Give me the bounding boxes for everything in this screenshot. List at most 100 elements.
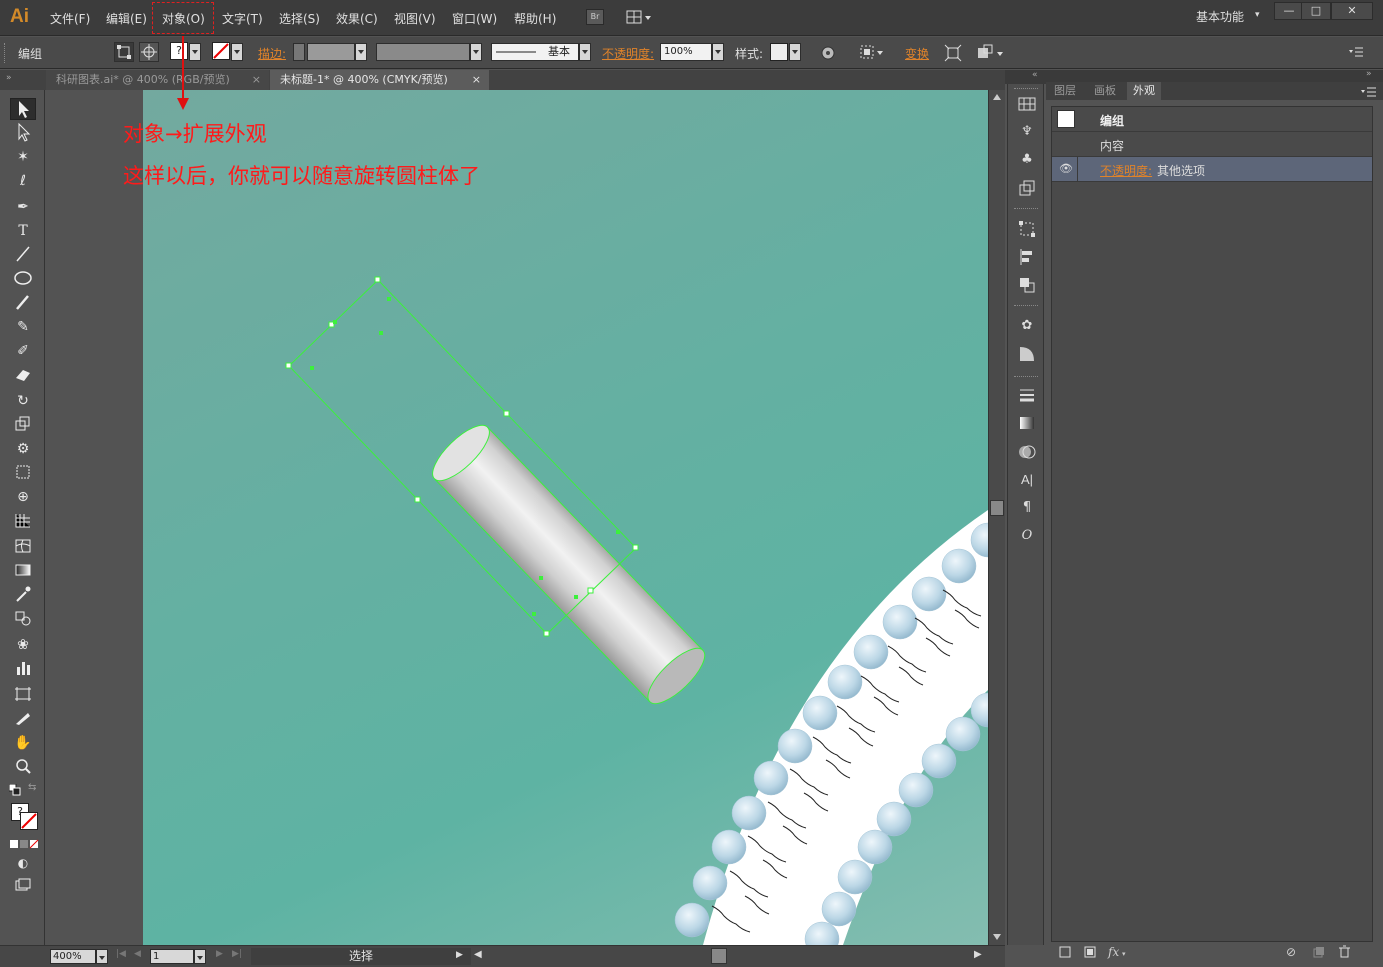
perspective-grid-tool-icon[interactable] — [10, 510, 36, 532]
last-artboard-icon[interactable]: ▶| — [232, 949, 242, 959]
paragraph-panel-icon[interactable]: ¶ — [1017, 498, 1037, 518]
fx-icon[interactable]: fx — [1108, 945, 1119, 959]
gradient-panel-icon[interactable] — [1017, 413, 1037, 433]
opacity-dropdown[interactable] — [712, 43, 724, 61]
collapse-strip-icon[interactable]: « — [1032, 70, 1038, 80]
collapse-toolbox-icon[interactable]: » — [6, 73, 12, 83]
graphic-style-dropdown[interactable] — [789, 43, 801, 61]
minimize-button[interactable]: — — [1274, 2, 1304, 20]
stroke-dropdown[interactable] — [231, 43, 243, 61]
slice-tool-icon[interactable] — [10, 708, 36, 730]
recolor-artwork-icon[interactable] — [820, 45, 836, 61]
brush-profile-field[interactable]: 基本 — [491, 43, 579, 61]
clear-appearance-icon[interactable] — [1084, 946, 1096, 958]
horizontal-scroll-thumb[interactable] — [711, 948, 727, 964]
vertical-scroll-thumb[interactable] — [990, 500, 1004, 516]
ellipse-tool-icon[interactable] — [10, 268, 36, 290]
drawing-mode-icon[interactable]: ◐ — [10, 852, 36, 874]
opentype-panel-icon[interactable]: O — [1017, 526, 1037, 546]
tab-close-icon[interactable]: × — [472, 70, 481, 90]
appearance-header-row[interactable]: 编组 — [1052, 107, 1372, 132]
fx-chevron-icon[interactable]: ▾ — [1122, 950, 1126, 958]
pathfinder-panel-icon[interactable] — [1017, 275, 1037, 295]
menu-select[interactable]: 选择(S) — [279, 10, 320, 27]
toolbox-stroke-swatch[interactable] — [20, 812, 38, 830]
opacity-label[interactable]: 不透明度: — [602, 45, 654, 62]
zoom-dropdown[interactable] — [96, 949, 108, 964]
tab-untitled-1[interactable]: 未标题-1* @ 400% (CMYK/预览) × — [270, 70, 489, 90]
stroke-swatch[interactable] — [212, 42, 230, 60]
magic-wand-tool-icon[interactable]: ✶ — [10, 146, 36, 168]
close-button[interactable]: ✕ — [1331, 2, 1373, 20]
brush-profile-dropdown[interactable] — [579, 43, 591, 61]
free-transform-icon[interactable] — [944, 44, 962, 62]
scroll-left-icon[interactable]: ◀ — [474, 949, 482, 960]
color-guide-panel-icon[interactable]: ✿ — [1017, 316, 1037, 336]
color-mode-icons[interactable] — [10, 838, 40, 849]
variable-width-field[interactable] — [376, 43, 470, 61]
menu-type[interactable]: 文字(T) — [222, 10, 263, 27]
first-artboard-icon[interactable]: |◀ — [116, 949, 126, 959]
menu-effect[interactable]: 效果(C) — [336, 10, 378, 27]
cylinder-object[interactable] — [425, 417, 713, 712]
arrange-icon[interactable] — [976, 44, 1006, 62]
line-segment-tool-icon[interactable] — [10, 244, 36, 266]
pen-tool-icon[interactable]: ✒ — [10, 196, 36, 218]
artboard-dropdown[interactable] — [194, 949, 206, 964]
stroke-weight-field[interactable] — [307, 43, 355, 61]
rotate-tool-icon[interactable]: ↻ — [10, 390, 36, 412]
tab-layers[interactable]: 图层 — [1048, 82, 1082, 100]
stroke-panel-icon[interactable] — [1017, 385, 1037, 405]
isolate-group-icon[interactable] — [114, 42, 134, 62]
blend-tool-icon[interactable] — [10, 608, 36, 630]
stroke-weight-dropdown[interactable] — [355, 43, 367, 61]
vertical-scrollbar[interactable] — [988, 90, 1005, 945]
menu-window[interactable]: 窗口(W) — [452, 10, 497, 27]
edit-group-icon[interactable] — [139, 42, 159, 62]
color-panel-icon[interactable] — [1017, 344, 1037, 364]
scroll-down-icon[interactable] — [993, 934, 1001, 940]
eyedropper-tool-icon[interactable] — [10, 584, 36, 606]
no-symbol-icon[interactable]: ⊘ — [1286, 945, 1296, 959]
paintbrush-tool-icon[interactable] — [10, 292, 36, 314]
maximize-button[interactable]: □ — [1301, 2, 1331, 20]
artboard-number-field[interactable]: 1 — [150, 949, 194, 964]
free-transform-tool-icon[interactable] — [10, 462, 36, 484]
workspace-chevron-icon[interactable]: ▾ — [1255, 10, 1260, 20]
mesh-tool-icon[interactable] — [10, 536, 36, 558]
control-bar-menu-icon[interactable] — [1348, 46, 1364, 58]
menu-edit[interactable]: 编辑(E) — [106, 10, 147, 27]
character-panel-icon[interactable]: A| — [1017, 470, 1037, 490]
scroll-right-icon[interactable]: ▶ — [974, 949, 982, 960]
type-tool-icon[interactable]: T — [10, 220, 36, 242]
brushes-panel-icon[interactable]: ♆ — [1017, 122, 1037, 142]
previous-artboard-icon[interactable]: ◀ — [134, 949, 141, 959]
graphic-styles-panel-icon[interactable] — [1017, 178, 1037, 198]
eraser-tool-icon[interactable] — [10, 364, 36, 386]
appearance-row-contents[interactable]: 内容 — [1052, 132, 1372, 157]
shape-builder-tool-icon[interactable]: ⊕ — [10, 486, 36, 508]
swap-colors-icon[interactable]: ⇆ — [28, 782, 36, 793]
transform-panel-icon[interactable] — [1017, 219, 1037, 239]
panel-menu-icon[interactable] — [1361, 86, 1377, 97]
menu-help[interactable]: 帮助(H) — [514, 10, 556, 27]
column-graph-tool-icon[interactable] — [10, 658, 36, 680]
swatches-panel-icon[interactable] — [1017, 94, 1037, 114]
transform-label[interactable]: 变换 — [905, 45, 929, 62]
status-tool-readout[interactable]: 选择 — [251, 948, 471, 965]
zoom-field[interactable]: 400% — [50, 949, 96, 964]
symbol-sprayer-tool-icon[interactable]: ❀ — [10, 634, 36, 656]
lasso-tool-icon[interactable]: ℓ — [10, 170, 36, 192]
stroke-weight-label[interactable]: 描边: — [258, 45, 286, 62]
zoom-tool-icon[interactable] — [10, 756, 36, 778]
screen-mode-icon[interactable] — [10, 876, 36, 898]
artboard[interactable] — [143, 90, 988, 945]
symbols-panel-icon[interactable]: ♣ — [1017, 150, 1037, 170]
gradient-tool-icon[interactable] — [10, 560, 36, 582]
pencil-tool-icon[interactable]: ✎ — [10, 316, 36, 338]
graphic-style-swatch[interactable] — [770, 43, 788, 61]
scale-tool-icon[interactable] — [10, 414, 36, 436]
bridge-button[interactable]: Br — [586, 9, 604, 25]
workspace-switcher[interactable]: 基本功能 — [1196, 8, 1244, 25]
artboard-tool-icon[interactable] — [10, 684, 36, 706]
